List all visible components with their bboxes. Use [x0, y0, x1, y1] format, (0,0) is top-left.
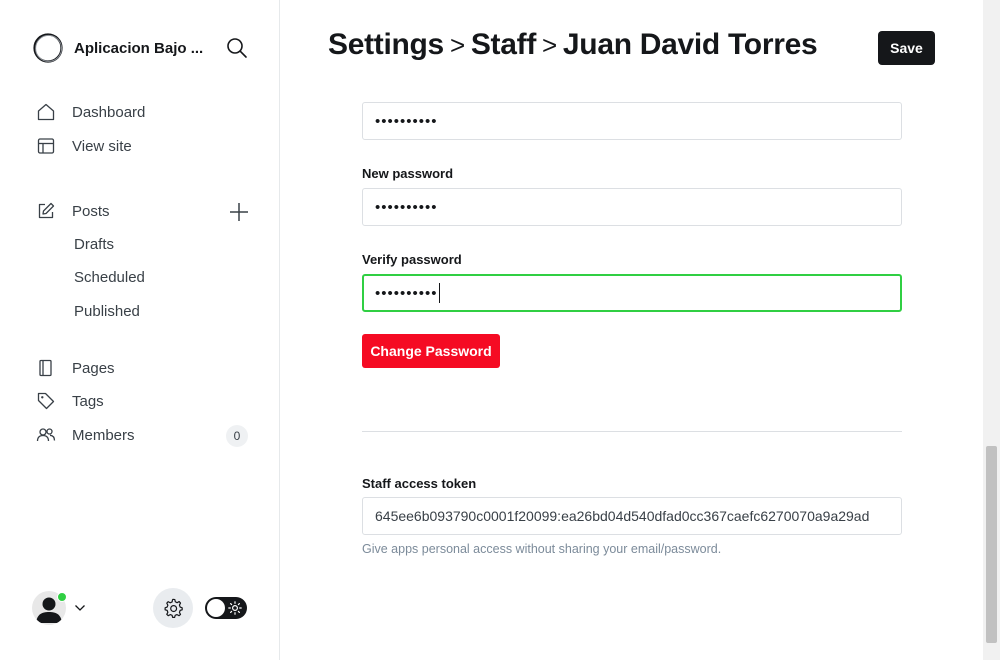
- nav-posts-label: Posts: [72, 202, 110, 220]
- sun-icon: [228, 601, 242, 615]
- site-logo-icon: [33, 33, 63, 63]
- nav-scheduled[interactable]: Scheduled: [74, 269, 145, 286]
- nav-tags-label: Tags: [72, 392, 104, 410]
- site-brand[interactable]: Aplicacion Bajo ...: [32, 32, 203, 64]
- nav-view-site[interactable]: View site: [36, 136, 132, 156]
- home-icon: [37, 103, 55, 121]
- save-button[interactable]: Save: [878, 31, 935, 65]
- toggle-knob: [207, 599, 225, 617]
- nav-dashboard-label: Dashboard: [72, 103, 146, 121]
- settings-button[interactable]: [153, 588, 193, 628]
- section-divider: [362, 431, 902, 432]
- staff-token-field[interactable]: 645ee6b093790c0001f20099:ea26bd04d540dfa…: [362, 497, 902, 535]
- page-title: Settings > Staff > Juan David Torres: [328, 28, 818, 62]
- breadcrumb-settings[interactable]: Settings: [328, 28, 444, 62]
- user-menu[interactable]: [32, 591, 86, 625]
- edit-icon: [38, 202, 55, 219]
- nav-drafts[interactable]: Drafts: [74, 236, 114, 253]
- plus-icon[interactable]: [228, 201, 250, 223]
- staff-token-label: Staff access token: [362, 476, 477, 491]
- new-password-field[interactable]: ••••••••••: [362, 188, 902, 226]
- staff-token-hint: Give apps personal access without sharin…: [362, 542, 722, 556]
- nav-pages[interactable]: Pages: [36, 358, 115, 378]
- nav-members[interactable]: Members: [36, 425, 135, 445]
- old-password-field[interactable]: ••••••••••: [362, 102, 902, 140]
- nav-tags[interactable]: Tags: [36, 391, 104, 411]
- nav-published[interactable]: Published: [74, 303, 140, 320]
- breadcrumb-user: Juan David Torres: [562, 28, 818, 61]
- members-count-badge: 0: [226, 425, 248, 447]
- nav-view-site-label: View site: [72, 137, 132, 155]
- verify-password-field[interactable]: ••••••••••: [362, 274, 902, 312]
- new-password-label: New password: [362, 166, 454, 181]
- online-status-dot: [57, 592, 67, 602]
- chevron-down-icon: [75, 605, 85, 611]
- pages-icon: [39, 359, 52, 377]
- nav-dashboard[interactable]: Dashboard: [36, 102, 145, 122]
- breadcrumb-staff[interactable]: Staff: [471, 28, 536, 62]
- scrollbar-thumb[interactable]: [986, 446, 997, 643]
- nav-pages-label: Pages: [72, 359, 115, 377]
- tag-icon: [37, 392, 55, 410]
- site-name: Aplicacion Bajo ...: [74, 39, 204, 57]
- verify-password-value: ••••••••••: [375, 284, 438, 302]
- nav-members-label: Members: [72, 426, 135, 444]
- members-icon: [36, 428, 56, 442]
- gear-icon: [164, 598, 183, 618]
- sidebar: Aplicacion Bajo ... Dashboard View site …: [0, 0, 280, 660]
- text-caret: [438, 283, 440, 303]
- breadcrumb-separator: >: [449, 29, 465, 60]
- change-password-button[interactable]: Change Password: [362, 334, 500, 368]
- breadcrumb-separator: >: [542, 29, 557, 60]
- theme-toggle[interactable]: [205, 597, 247, 619]
- search-icon[interactable]: [226, 37, 248, 59]
- verify-password-label: Verify password: [362, 252, 462, 267]
- view-site-icon: [37, 138, 55, 154]
- nav-posts[interactable]: Posts: [36, 201, 110, 221]
